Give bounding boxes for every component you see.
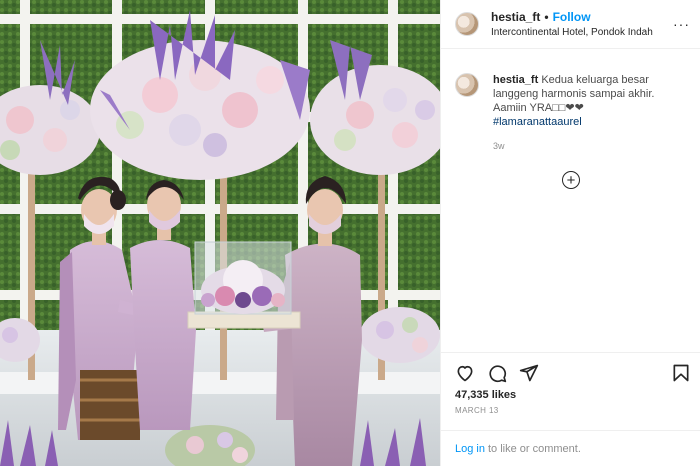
floor-flowers-right bbox=[360, 307, 440, 363]
post-date[interactable]: MARCH 13 bbox=[441, 406, 700, 415]
comment-icon[interactable] bbox=[487, 363, 507, 383]
heart-icon[interactable] bbox=[455, 363, 475, 383]
more-options-icon[interactable]: ··· bbox=[673, 16, 690, 32]
caption-body: hestia_ft Kedua keluarga besar langgeng … bbox=[493, 73, 686, 153]
caption-avatar[interactable] bbox=[455, 73, 479, 97]
post-actions: 47,335 likes MARCH 13 bbox=[441, 352, 700, 415]
wedding-photo-illustration bbox=[0, 0, 440, 466]
caption-timestamp[interactable]: 3w bbox=[493, 139, 686, 153]
username-link[interactable]: hestia_ft bbox=[491, 10, 540, 24]
bookmark-icon[interactable] bbox=[671, 363, 691, 383]
follow-button[interactable]: Follow bbox=[553, 10, 591, 24]
caption-comment: hestia_ft Kedua keluarga besar langgeng … bbox=[441, 49, 700, 153]
avatar[interactable] bbox=[455, 12, 479, 36]
share-icon[interactable] bbox=[519, 363, 539, 383]
login-link[interactable]: Log in bbox=[455, 443, 485, 455]
load-more-comments-icon[interactable]: + bbox=[562, 171, 580, 189]
post-photo[interactable] bbox=[0, 0, 440, 466]
action-icons bbox=[441, 353, 700, 393]
glass-gift-box bbox=[187, 241, 301, 329]
post-header: hestia_ft • Follow Intercontinental Hote… bbox=[441, 0, 700, 49]
post-details-panel: hestia_ft • Follow Intercontinental Hote… bbox=[440, 0, 700, 466]
separator-dot: • bbox=[544, 10, 549, 24]
location-link[interactable]: Intercontinental Hotel, Pondok Indah bbox=[491, 27, 653, 38]
header-user-line: hestia_ft • Follow bbox=[491, 10, 653, 24]
header-text: hestia_ft • Follow Intercontinental Hote… bbox=[491, 10, 653, 38]
login-prompt-text: to like or comment. bbox=[487, 442, 581, 455]
login-prompt: Log in to like or comment. bbox=[441, 430, 700, 466]
caption-username[interactable]: hestia_ft bbox=[493, 74, 538, 86]
hashtag-link[interactable]: #lamaranattaaurel bbox=[493, 115, 686, 129]
